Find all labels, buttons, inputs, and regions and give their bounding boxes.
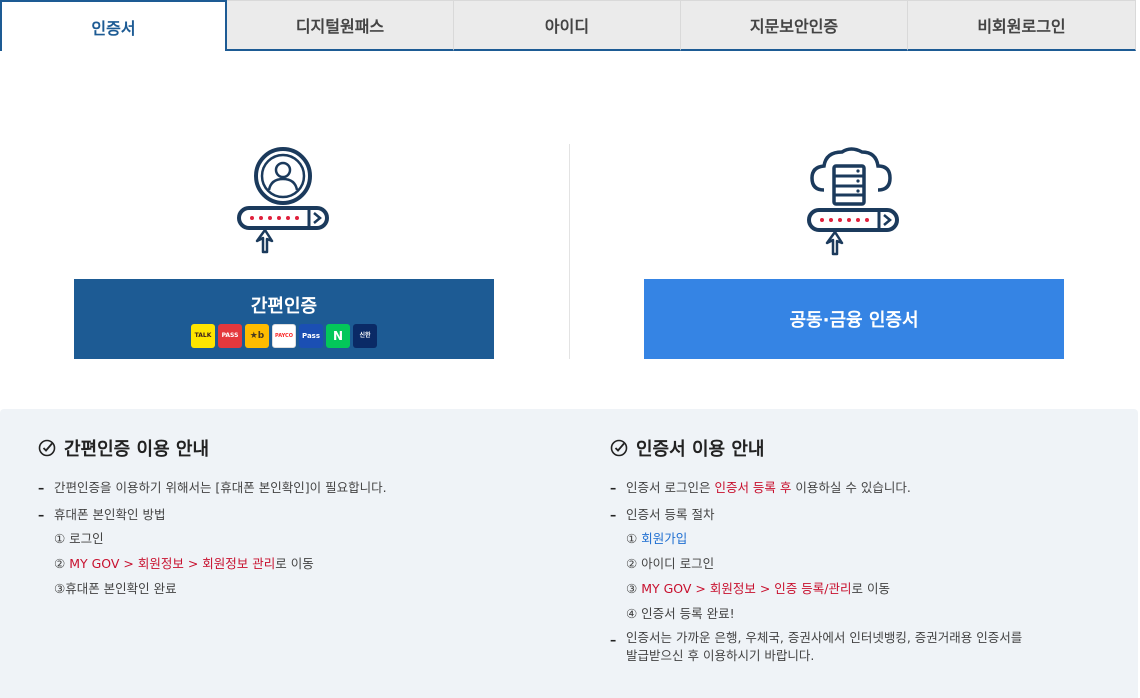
list-item: – 인증서 등록 절차 ① 회원가입 ② 아이디 로그인 ③ MY GOV > 회…	[610, 506, 1130, 623]
certificate-guide-title: 인증서 이용 안내	[610, 435, 1130, 461]
column-divider	[569, 144, 570, 359]
simple-auth-guide-heading: 간편인증 이용 안내	[64, 439, 210, 460]
simple-auth-button[interactable]: 간편인증 TALK PASS ★b PAYCO Pass N 신한	[74, 279, 494, 359]
kakao-talk-icon: TALK	[191, 324, 215, 348]
steps-list: ① 회원가입 ② 아이디 로그인 ③ MY GOV > 회원정보 > 인증 등록…	[626, 530, 1130, 623]
guide-text: 휴대폰 본인확인 방법	[54, 507, 166, 522]
guide-text: 인증서는 가까운 은행, 우체국, 증권사에서 인터넷뱅킹, 증권거래용 인증서…	[626, 630, 1023, 645]
simple-auth-guide: 간편인증 이용 안내 – 간편인증을 이용하기 위해서는 [휴대폰 본인확인]이 …	[38, 435, 568, 607]
kb-icon: ★b	[245, 324, 269, 348]
list-item: – 간편인증을 이용하기 위해서는 [휴대폰 본인확인]이 필요합니다.	[38, 480, 387, 495]
step-item: ① 로그인	[54, 531, 104, 546]
guide-text: 간편인증을 이용하기 위해서는 [휴대폰 본인확인]이 필요합니다.	[54, 480, 387, 495]
login-method-tabs: 인증서 디지털원패스 아이디 지문보안인증 비회원로그인	[0, 0, 1136, 51]
step-item: ③ MY GOV > 회원정보 > 인증 등록/관리로 이동	[626, 580, 1130, 598]
login-options: 간편인증 TALK PASS ★b PAYCO Pass N 신한 공동·금융 …	[0, 51, 1140, 409]
cert-button-label: 공동·금융 인증서	[789, 310, 919, 331]
certificate-guide-heading: 인증서 이용 안내	[636, 439, 765, 460]
step-text: 로 이동	[851, 581, 890, 596]
simple-auth-providers: TALK PASS ★b PAYCO Pass N 신한	[191, 324, 377, 348]
simple-auth-guide-title: 간편인증 이용 안내	[38, 435, 568, 461]
pass-icon: PASS	[218, 324, 242, 348]
step-item: ② MY GOV > 회원정보 > 회원정보 관리로 이동	[54, 555, 568, 573]
step-number: ①	[626, 531, 642, 546]
certificate-guide: 인증서 이용 안내 – 인증서 로그인은 인증서 등록 후 이용하실 수 있습니다…	[610, 435, 1130, 674]
tab-id[interactable]: 아이디	[454, 0, 681, 51]
shinhan-icon: 신한	[353, 324, 377, 348]
simple-auth-guide-list: – 간편인증을 이용하기 위해서는 [휴대폰 본인확인]이 필요합니다. – 휴대폰…	[38, 479, 568, 598]
naver-icon: N	[326, 324, 350, 348]
step-item: ③휴대폰 본인확인 완료	[54, 581, 177, 596]
tab-non-member[interactable]: 비회원로그인	[908, 0, 1136, 51]
cloud-certificate-icon	[806, 144, 902, 256]
signup-link[interactable]: 회원가입	[641, 531, 687, 546]
check-circle-icon	[610, 439, 628, 457]
guide-text: 발급받으신 후 이용하시기 바랍니다.	[626, 648, 815, 663]
certificate-guide-list: – 인증서 로그인은 인증서 등록 후 이용하실 수 있습니다. – 인증서 등록 …	[610, 479, 1130, 665]
step-text: 로 이동	[275, 556, 314, 571]
guide-text: 인증서 등록 절차	[626, 507, 715, 522]
step-item: ④ 인증서 등록 완료!	[626, 606, 735, 621]
tab-digital-onepass[interactable]: 디지털원패스	[227, 0, 454, 51]
steps-list: ① 로그인 ② MY GOV > 회원정보 > 회원정보 관리로 이동 ③휴대폰…	[54, 530, 568, 598]
usage-guide-panel: 간편인증 이용 안내 – 간편인증을 이용하기 위해서는 [휴대폰 본인확인]이 …	[0, 409, 1138, 698]
check-circle-icon	[38, 439, 56, 457]
guide-text: 이용하실 수 있습니다.	[791, 480, 911, 495]
tab-certificate[interactable]: 인증서	[0, 0, 227, 51]
guide-highlight: 인증서 등록 후	[714, 480, 792, 495]
step-item: ② 아이디 로그인	[626, 556, 715, 571]
joint-financial-cert-button[interactable]: 공동·금융 인증서	[644, 279, 1064, 359]
step-number: ②	[54, 556, 70, 571]
list-item: – 인증서는 가까운 은행, 우체국, 증권사에서 인터넷뱅킹, 증권거래용 인증…	[610, 630, 1023, 663]
user-password-icon	[236, 146, 332, 256]
step-path: MY GOV > 회원정보 > 회원정보 관리	[69, 556, 276, 571]
payco-icon: PAYCO	[272, 324, 296, 348]
step-number: ③	[626, 581, 642, 596]
step-item: ① 회원가입	[626, 530, 1130, 548]
list-item: – 인증서 로그인은 인증서 등록 후 이용하실 수 있습니다.	[610, 480, 911, 495]
simple-auth-label: 간편인증	[250, 296, 318, 317]
list-item: – 휴대폰 본인확인 방법 ① 로그인 ② MY GOV > 회원정보 > 회원정…	[38, 506, 568, 598]
guide-text: 인증서 로그인은	[626, 480, 715, 495]
step-path: MY GOV > 회원정보 > 인증 등록/관리	[641, 581, 852, 596]
tab-fingerprint[interactable]: 지문보안인증	[681, 0, 908, 51]
samsung-pass-icon: Pass	[299, 324, 323, 348]
